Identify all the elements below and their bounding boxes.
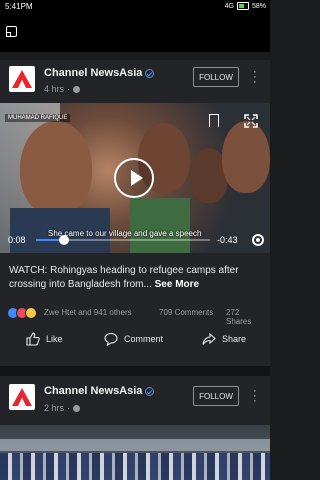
seek-handle[interactable]	[58, 235, 69, 245]
verified-icon	[145, 69, 154, 78]
caption-text: WATCH: Rohingyas heading to refugee camp…	[9, 265, 239, 290]
elapsed-time: 0:08	[8, 235, 26, 245]
battery-icon	[236, 2, 249, 10]
share-arrow-icon	[202, 332, 216, 345]
globe-icon	[73, 85, 81, 93]
reaction-summary[interactable]: Zwe Htet and 941 others 709 Comments 272…	[7, 307, 265, 326]
reaction-count: Zwe Htet and 941 others	[44, 308, 132, 317]
battery-level: 58%	[251, 2, 266, 10]
post-meta: 4 hrs ·	[44, 84, 81, 94]
like-label: Like	[46, 334, 63, 344]
share-label: Share	[222, 334, 247, 344]
share-button[interactable]: Share	[202, 328, 246, 350]
post-meta: 2 hrs ·	[44, 403, 81, 413]
follow-button[interactable]: FOLLOW	[193, 386, 239, 406]
sad-reaction-icon	[25, 307, 37, 319]
channel-name[interactable]: Channel NewsAsia	[44, 385, 142, 397]
post-age: 2 hrs	[44, 403, 65, 413]
video-frame-person	[20, 121, 92, 216]
status-time: 5:41PM	[5, 2, 33, 11]
video-subtitle: She came to our village and gave a speec…	[48, 229, 202, 238]
see-more-link[interactable]: See More	[155, 279, 199, 290]
post-actions: Like Comment Share	[0, 328, 270, 350]
comment-button[interactable]: Comment	[104, 328, 163, 350]
video-frame-person	[222, 121, 270, 193]
comment-label: Comment	[124, 334, 164, 344]
status-bar: 5:41PM 4G 58%	[0, 0, 270, 14]
video-credit: MUHAMAD RAFIQUE	[5, 114, 71, 122]
channel-logo[interactable]	[9, 384, 35, 410]
channel-name[interactable]: Channel NewsAsia	[44, 67, 142, 79]
more-options-icon[interactable]: · · ·	[253, 67, 257, 88]
signal-label: 4G	[224, 2, 234, 10]
shares-count[interactable]: 272 Shares	[226, 308, 265, 326]
globe-icon	[73, 404, 81, 412]
settings-icon[interactable]	[252, 234, 264, 246]
post-caption: WATCH: Rohingyas heading to refugee camp…	[9, 264, 261, 292]
remaining-time: -0:43	[217, 235, 238, 245]
channel-logo[interactable]	[9, 66, 35, 92]
more-options-icon[interactable]: · · ·	[253, 386, 257, 407]
fullscreen-icon[interactable]	[244, 114, 258, 128]
top-bar	[0, 14, 270, 52]
play-button[interactable]	[114, 158, 154, 198]
picture-in-picture-icon[interactable]	[6, 26, 17, 37]
like-button[interactable]: Like	[26, 328, 63, 350]
verified-icon	[145, 387, 154, 396]
comments-count[interactable]: 709 Comments	[159, 308, 213, 317]
comment-icon	[104, 332, 118, 346]
post-divider	[0, 366, 270, 376]
post-age: 4 hrs	[44, 84, 65, 94]
bookmark-icon[interactable]	[209, 114, 219, 127]
status-icons: 4G 58%	[225, 2, 266, 10]
video-thumbnail[interactable]	[0, 425, 270, 480]
thumbs-up-icon	[26, 332, 40, 346]
follow-button[interactable]: FOLLOW	[193, 67, 239, 87]
